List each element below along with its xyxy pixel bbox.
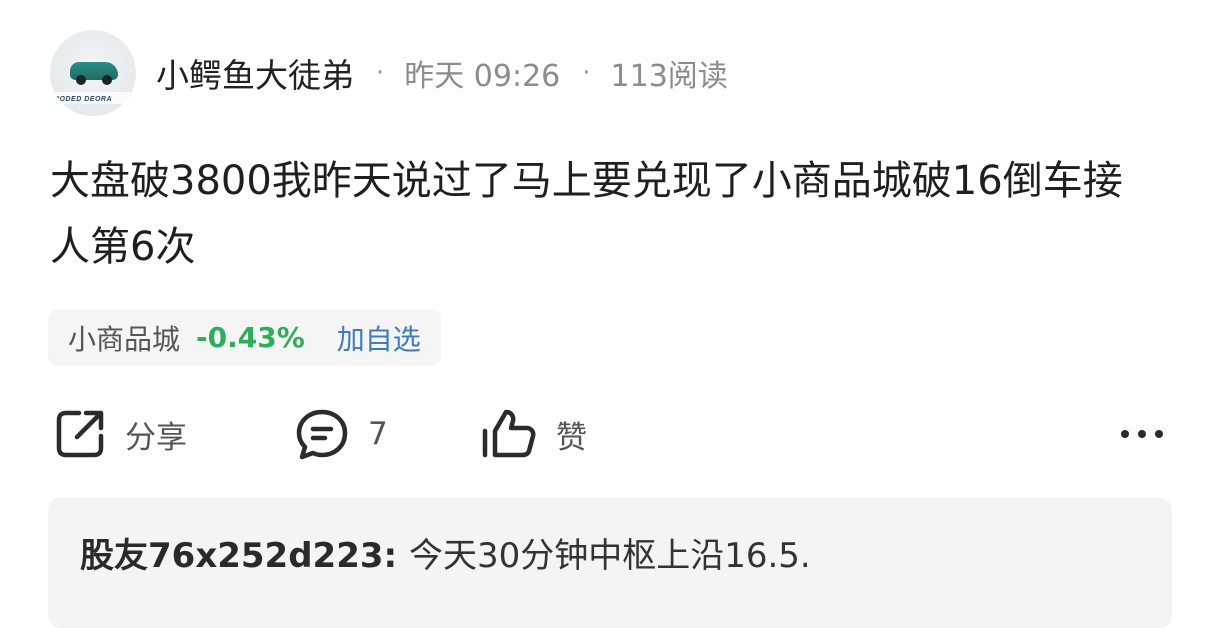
meta-separator: ·: [582, 58, 591, 88]
action-bar: 分享 7 赞: [0, 406, 1219, 462]
comment-line: 股友76x252d223: 今天30分钟中枢上沿16.5.: [80, 528, 811, 577]
share-label: 分享: [125, 419, 187, 456]
comment-colon: :: [383, 536, 409, 576]
stock-chip[interactable]: 小商品城 -0.43% 加自选: [48, 309, 441, 366]
comment-text: 今天30分钟中枢上沿16.5.: [408, 536, 811, 576]
more-button[interactable]: [1118, 406, 1166, 462]
read-count: 113阅读: [610, 59, 728, 94]
like-button[interactable]: 赞: [480, 406, 587, 462]
share-icon: [56, 410, 104, 458]
post-text[interactable]: 大盘破3800我昨天说过了马上要兑现了小商品城破16倒车接人第6次: [50, 148, 1160, 280]
add-watchlist-button[interactable]: 加自选: [337, 318, 421, 358]
stock-name[interactable]: 小商品城: [68, 318, 180, 358]
username[interactable]: 小鳄鱼大徒弟: [156, 49, 354, 97]
comment-preview[interactable]: 股友76x252d223: 今天30分钟中枢上沿16.5.: [48, 498, 1172, 628]
comment-count: 7: [368, 416, 388, 452]
thumbs-up-icon: [482, 409, 536, 458]
share-button[interactable]: 分享: [53, 406, 187, 462]
comment-button[interactable]: 7: [294, 406, 388, 462]
meta-separator: ·: [376, 58, 385, 88]
post-meta: 小鳄鱼大徒弟 · 昨天 09:26 · 113阅读: [156, 49, 728, 97]
car-icon: [70, 62, 118, 85]
like-label: 赞: [556, 419, 587, 456]
comment-author[interactable]: 股友76x252d223: [80, 536, 384, 576]
avatar-caption: RODED DEORA: [54, 96, 113, 103]
post-time: 昨天 09:26: [404, 59, 561, 94]
stock-change: -0.43%: [196, 321, 305, 354]
post-header: RODED DEORA 小鳄鱼大徒弟 · 昨天 09:26 · 113阅读: [50, 30, 728, 116]
avatar[interactable]: RODED DEORA: [50, 30, 136, 116]
more-icon: [1121, 430, 1163, 438]
comment-icon: [296, 409, 348, 460]
